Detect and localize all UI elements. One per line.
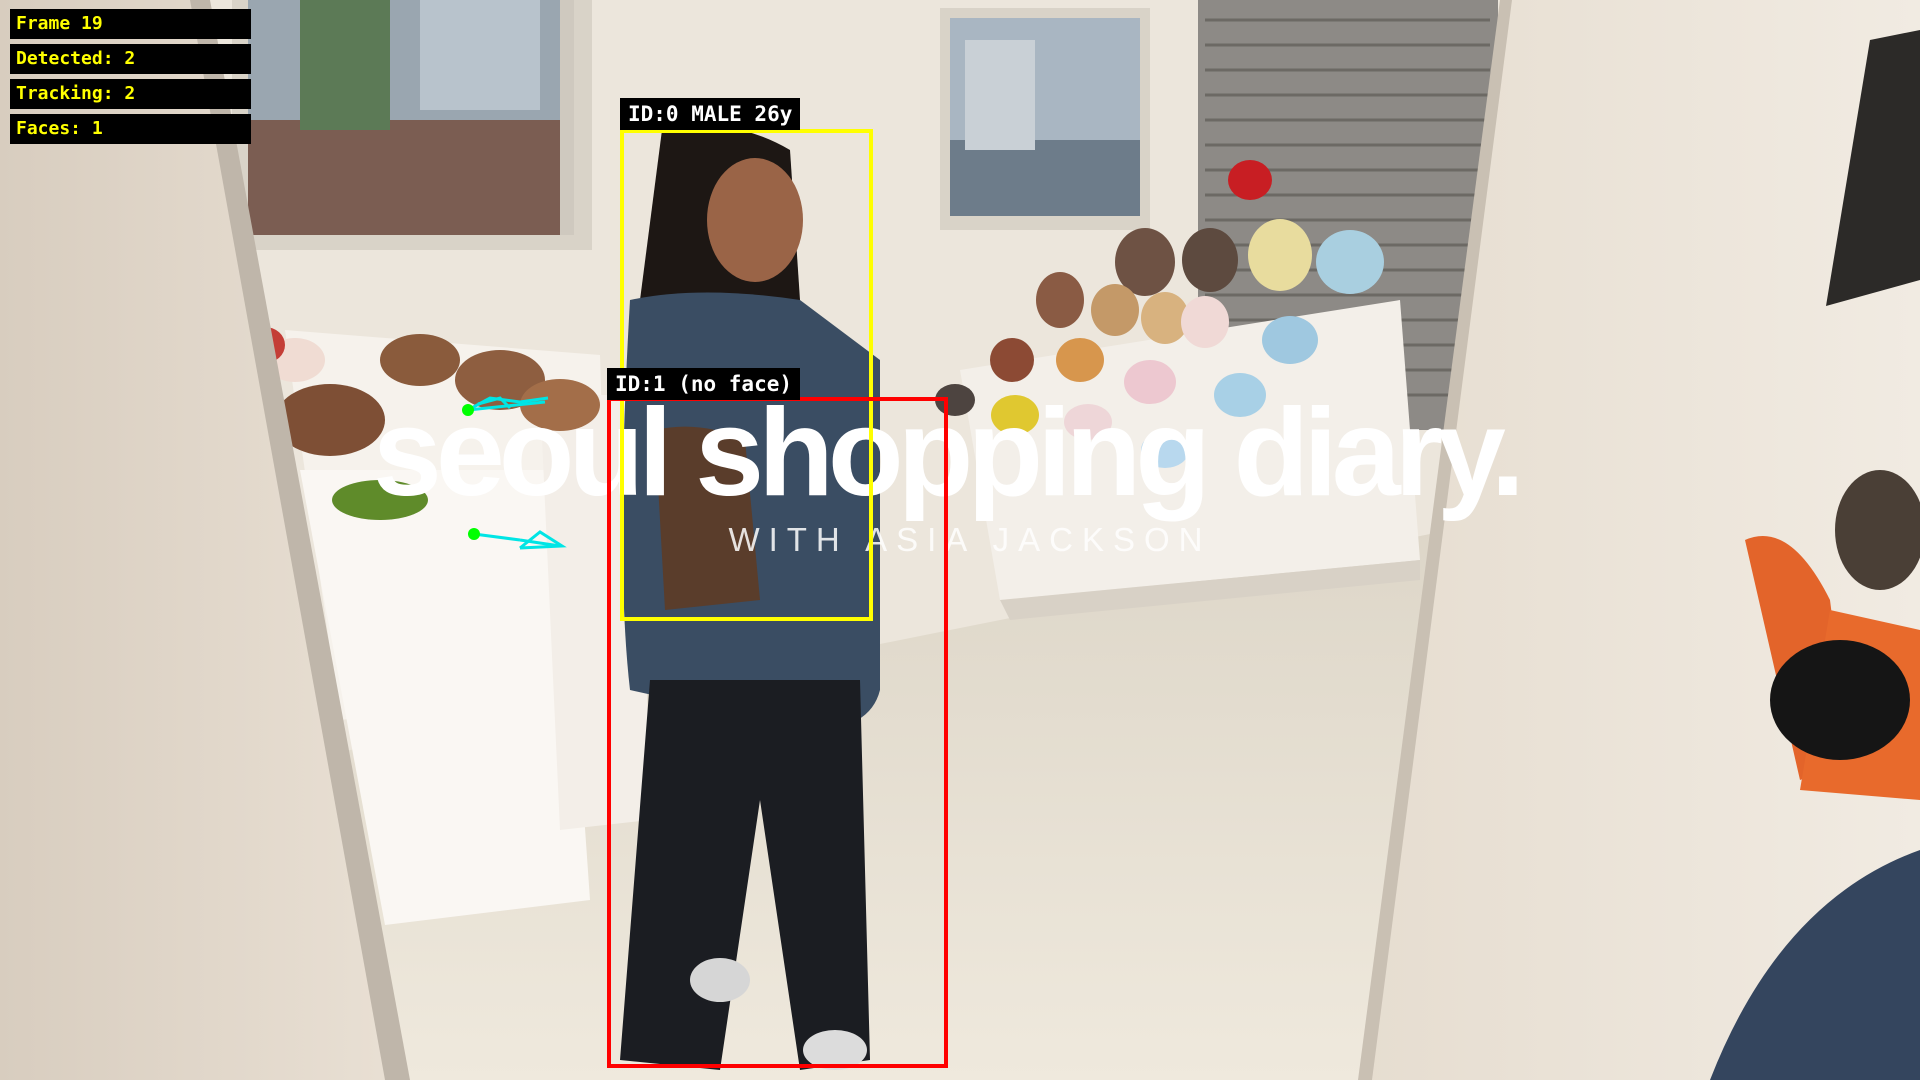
hud-tracking-count: Tracking: 2	[10, 79, 251, 109]
hud-frame-counter: Frame 19	[10, 9, 251, 39]
hud-detected-count: Detected: 2	[10, 44, 251, 74]
detection-box-1	[607, 397, 948, 1068]
detection-label-1: ID:1 (no face)	[607, 368, 801, 400]
pose-skeleton-1	[473, 530, 567, 550]
detection-label-0: ID:0 MALE 26y	[620, 98, 801, 130]
hud-faces-count: Faces: 1	[10, 114, 251, 144]
video-frame: seoul shopping diary. WITH ASIA JACKSON …	[0, 0, 1920, 1080]
pose-keypoint	[468, 528, 480, 540]
